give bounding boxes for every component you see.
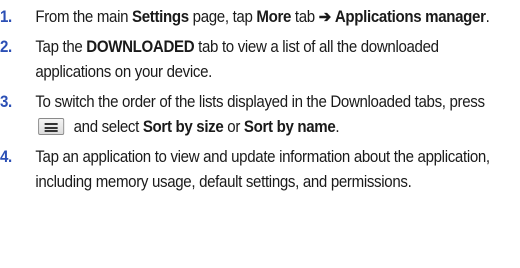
text-run: .	[485, 8, 490, 26]
step-3: 3. To switch the order of the lists disp…	[0, 90, 512, 140]
settings-term: Settings	[132, 8, 189, 26]
text-run: To switch the order of the lists display…	[35, 93, 485, 111]
applications-manager-term: Applications manager	[334, 8, 486, 26]
step-number: 4.	[0, 148, 12, 166]
text-run: Tap an application to view and update in…	[35, 148, 490, 191]
more-term: More	[256, 8, 292, 26]
text-run: From the main	[35, 8, 133, 26]
text-run: and select	[69, 118, 143, 136]
text-run: .	[335, 118, 340, 136]
menu-key-icon	[38, 118, 65, 135]
text-run: tab	[291, 8, 319, 26]
step-text: Tap the DOWNLOADED tab to view a list of…	[35, 35, 511, 85]
step-number: 1.	[0, 8, 12, 26]
step-4: 4. Tap an application to view and update…	[0, 145, 512, 195]
step-number: 2.	[0, 38, 12, 56]
step-2: 2. Tap the DOWNLOADED tab to view a list…	[0, 35, 512, 85]
step-text: Tap an application to view and update in…	[35, 145, 511, 195]
sort-by-name-term: Sort by name	[243, 118, 336, 136]
step-text: From the main Settings page, tap More ta…	[35, 5, 511, 30]
step-1: 1. From the main Settings page, tap More…	[0, 5, 512, 30]
instruction-steps: 1. From the main Settings page, tap More…	[0, 5, 520, 195]
text-run: Tap the	[35, 38, 87, 56]
step-text: To switch the order of the lists display…	[35, 90, 511, 140]
text-run: or	[223, 118, 244, 136]
step-number: 3.	[0, 93, 12, 111]
sort-by-size-term: Sort by size	[142, 118, 224, 136]
downloaded-term: DOWNLOADED	[86, 38, 195, 56]
text-run: page, tap	[188, 8, 257, 26]
arrow-icon: ➔	[318, 8, 332, 26]
